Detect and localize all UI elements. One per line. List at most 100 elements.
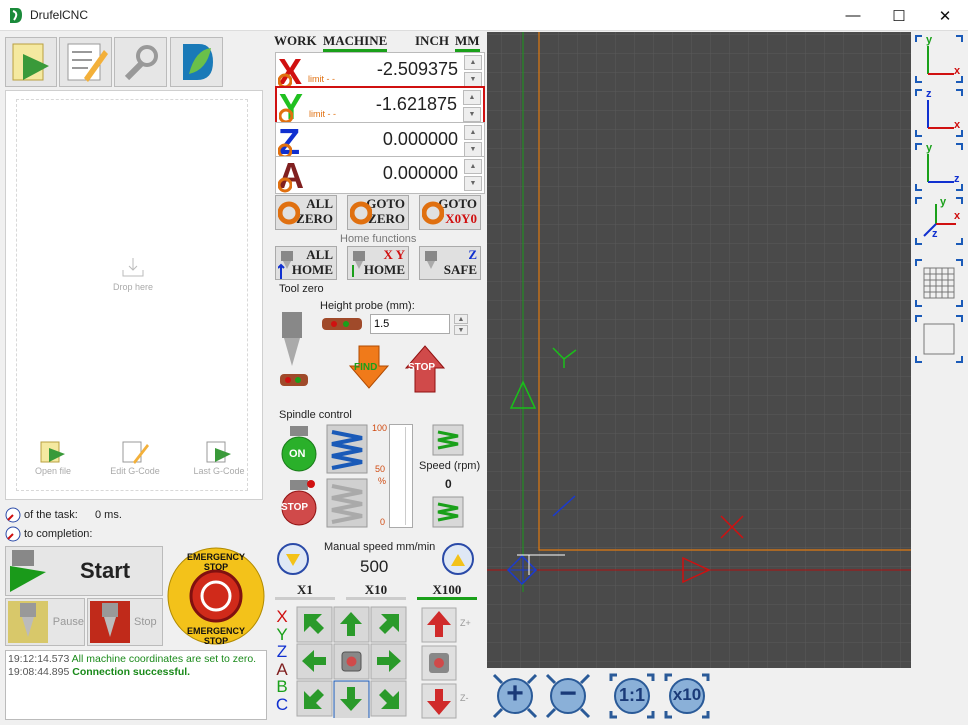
- speed-up-icon[interactable]: [432, 424, 464, 456]
- jog-right[interactable]: [383, 652, 403, 672]
- mode-work-tab[interactable]: WORK: [274, 33, 317, 49]
- axis-z-up[interactable]: ▲: [464, 125, 482, 140]
- axis-x-up[interactable]: ▲: [464, 55, 482, 70]
- unit-mm-tab[interactable]: MM: [455, 33, 480, 52]
- view-yz-button[interactable]: y z: [914, 142, 964, 192]
- minimize-button[interactable]: —: [830, 0, 876, 31]
- height-probe-down[interactable]: ▼: [454, 325, 468, 335]
- view-xy-button[interactable]: y x: [914, 34, 964, 84]
- jog-axis-c[interactable]: C: [274, 695, 290, 714]
- edit-gcode-small-icon: [122, 441, 149, 464]
- task-time-label: of the task:: [24, 509, 78, 521]
- spindle-scale-100: 100: [372, 423, 388, 433]
- jog-axis-a[interactable]: A: [274, 660, 290, 679]
- goto-x0y0-button[interactable]: GOTO X0Y0: [419, 195, 481, 230]
- mode-machine-tab[interactable]: MACHINE: [323, 33, 388, 52]
- mult-x10-button[interactable]: X10: [346, 582, 406, 600]
- zoom-fit-button[interactable]: 1:1: [609, 673, 655, 719]
- axis-x-down[interactable]: ▼: [464, 72, 482, 87]
- axis-a-down[interactable]: ▼: [464, 176, 482, 191]
- z-safe-button[interactable]: Z SAFE: [419, 246, 481, 280]
- emergency-bottom-label: EMERGENCY STOP: [186, 626, 245, 646]
- view-xy-x: x: [954, 65, 961, 77]
- grid-icon: [915, 259, 963, 307]
- axis-y-up[interactable]: ▲: [463, 90, 481, 105]
- jog-axis-y[interactable]: Y: [274, 625, 290, 644]
- settings-button[interactable]: [114, 37, 167, 87]
- edit-gcode-shortcut[interactable]: Edit G-Code: [105, 440, 165, 476]
- height-probe-input[interactable]: [370, 314, 450, 334]
- close-button[interactable]: ✕: [922, 0, 968, 31]
- maximize-button[interactable]: ☐: [876, 0, 922, 31]
- toggle-grid-button[interactable]: [914, 258, 964, 308]
- speed-decrease-icon[interactable]: [276, 542, 310, 576]
- view-iso-y: y: [940, 196, 947, 208]
- view-iso-z: z: [932, 228, 938, 240]
- file-drop-area[interactable]: Drop here Open file Edit G-Code Last G-C…: [5, 90, 263, 500]
- jog-left[interactable]: [307, 652, 327, 672]
- jog-axis-z[interactable]: Z: [274, 643, 290, 661]
- xy-home-button[interactable]: X Y HOME: [347, 246, 409, 280]
- spindle-on-button[interactable]: ON: [278, 424, 320, 474]
- jog-up[interactable]: [345, 617, 365, 637]
- view-iso-button[interactable]: y x z: [914, 196, 964, 246]
- spindle-stop-button[interactable]: STOP: [278, 478, 320, 528]
- axis-a-up[interactable]: ▲: [464, 159, 482, 174]
- jog-axis-b[interactable]: B: [274, 678, 290, 696]
- z-stop-icon[interactable]: [421, 645, 457, 681]
- coord-row-x: X limit - - -2.509375 ▲ ▼: [275, 51, 485, 92]
- last-gcode-shortcut[interactable]: Last G-Code: [189, 440, 249, 476]
- start-arrow-icon: [10, 550, 46, 592]
- jog-up-left[interactable]: [307, 617, 327, 637]
- mult-x1-button[interactable]: X1: [275, 582, 335, 600]
- axis-y-down[interactable]: ▼: [463, 107, 481, 122]
- jog-stop[interactable]: [345, 652, 365, 672]
- spindle-control-label: Spindle control: [279, 409, 352, 421]
- unit-inch-tab[interactable]: INCH: [415, 33, 449, 49]
- all-home-button[interactable]: ALL HOME: [275, 246, 337, 280]
- jog-axis-x[interactable]: X: [274, 608, 290, 626]
- z-plus-icon[interactable]: [421, 607, 457, 643]
- open-file-button[interactable]: [5, 37, 57, 87]
- task-clock-icon: [5, 507, 21, 523]
- toggle-border-button[interactable]: [914, 314, 964, 364]
- zoom-in-button[interactable]: +: [492, 673, 538, 719]
- edit-gcode-label: Edit G-Code: [110, 466, 160, 476]
- mult-x100-button[interactable]: X100: [417, 582, 477, 600]
- spindle-speed-slider[interactable]: [389, 424, 413, 528]
- probe-stop-button[interactable]: STOP: [404, 344, 446, 394]
- zoom-fit-label: 1:1: [618, 685, 645, 705]
- jog-down-left[interactable]: [307, 688, 327, 708]
- view-xz-button[interactable]: z x: [914, 88, 964, 138]
- z-minus-icon[interactable]: [421, 683, 457, 719]
- open-file-shortcut[interactable]: Open file: [23, 440, 83, 476]
- pause-button[interactable]: Pause: [5, 598, 85, 646]
- zoom-x10-button[interactable]: x10: [664, 673, 710, 719]
- stop-button[interactable]: Stop: [87, 598, 163, 646]
- jog-up-right[interactable]: [383, 617, 403, 637]
- edit-gcode-button[interactable]: [59, 37, 112, 87]
- speed-down-icon[interactable]: [432, 496, 464, 528]
- emergency-stop-button[interactable]: EMERGENCY STOP EMERGENCY STOP: [165, 546, 267, 646]
- probe-stop-label: STOP: [408, 362, 436, 373]
- spindle-ccw-icon[interactable]: [326, 478, 368, 528]
- drop-zone[interactable]: Drop here Open file Edit G-Code Last G-C…: [16, 99, 248, 491]
- jog-down[interactable]: [345, 688, 365, 708]
- goto-zero-icon: [350, 201, 372, 225]
- jog-down-right[interactable]: [383, 688, 403, 708]
- title-bar: DrufelCNC — ☐ ✕: [0, 0, 968, 31]
- all-zero-button[interactable]: ALL ZERO: [275, 195, 337, 230]
- cnc-viewport[interactable]: [487, 32, 911, 668]
- home-tool-icon: [278, 251, 293, 279]
- goto-zero-button[interactable]: GOTO ZERO: [347, 195, 409, 230]
- start-button[interactable]: Start: [5, 546, 163, 596]
- spindle-cw-icon[interactable]: [326, 424, 368, 474]
- speed-increase-icon[interactable]: [441, 542, 475, 576]
- height-probe-up[interactable]: ▲: [454, 314, 468, 324]
- spindle-stop-label: STOP: [281, 502, 309, 513]
- probe-find-button[interactable]: FIND: [348, 344, 390, 394]
- zoom-toolbar: + − 1:1 x10: [487, 668, 911, 725]
- zoom-out-button[interactable]: −: [545, 673, 591, 719]
- about-button[interactable]: [170, 37, 223, 87]
- axis-z-down[interactable]: ▼: [464, 142, 482, 157]
